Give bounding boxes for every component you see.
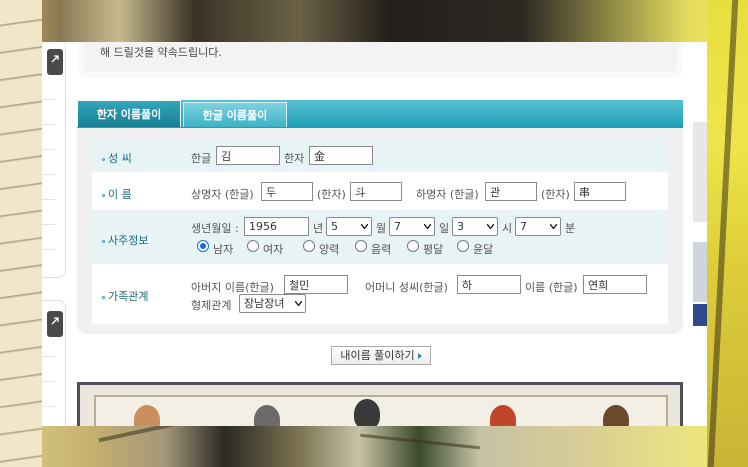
sidebar-divider [42, 406, 56, 407]
month-leap-radio[interactable] [457, 240, 469, 252]
web-page: 해 드릴것을 약속드립니다. 한자 이름풀이 한글 이름풀이 성 씨 한글 한자… [42, 42, 707, 426]
day-unit: 일 [439, 222, 450, 235]
birth-month-select[interactable]: 5 [326, 217, 372, 236]
father-name-input[interactable] [284, 275, 348, 294]
month-normal-label: 평달 [423, 243, 444, 256]
month-unit: 월 [376, 222, 387, 235]
right-banner[interactable] [693, 122, 707, 222]
father-name-label: 아버지 이름(한글) [191, 281, 274, 294]
form-panel: 성 씨 한글 한자 이 름 상명자 (한글) (한자) 하명자 (한글) (한자… [77, 128, 683, 334]
submit-name-analysis-button[interactable]: 내이름 풀이하기 [331, 346, 431, 365]
surname-label: 성 씨 [102, 150, 132, 166]
family-label: 가족관계 [102, 288, 148, 304]
birth-date-label: 생년월일 : [191, 222, 239, 235]
upper-name-hanja-input[interactable] [350, 182, 402, 201]
play-arrow-icon [417, 353, 422, 359]
lower-name-hanja-label: (한자) [541, 188, 570, 201]
left-sidebar [42, 42, 66, 426]
character-figure [354, 399, 380, 426]
sidebar-divider [42, 124, 56, 125]
gender-female-label: 여자 [263, 243, 284, 256]
sidebar-divider [42, 99, 56, 100]
right-banner[interactable] [693, 242, 707, 302]
saju-row: 사주정보 생년월일 : 년 5 월 7 일 3 시 [92, 210, 668, 264]
bullet-icon [102, 193, 105, 197]
character-illustration [77, 382, 683, 426]
sidebar-arrow-button[interactable] [47, 49, 63, 75]
year-unit: 년 [313, 222, 324, 235]
sibling-label: 형제관계 [191, 299, 232, 312]
surname-hangul-label: 한글 [191, 152, 212, 165]
month-normal-radio[interactable] [407, 240, 419, 252]
tab-hangul-name[interactable]: 한글 이름풀이 [183, 102, 287, 127]
lower-name-hangul-input[interactable] [485, 182, 537, 201]
sidebar-panel [42, 300, 66, 426]
hour-unit: 시 [502, 222, 513, 235]
birth-minute-select[interactable]: 7 [515, 217, 561, 236]
sidebar-divider [42, 149, 56, 150]
chevron-down-icon [424, 224, 431, 229]
name-row: 이 름 상명자 (한글) (한자) 하명자 (한글) (한자) [92, 172, 668, 210]
arrow-icon [51, 317, 59, 325]
upper-name-hangul-input[interactable] [261, 182, 313, 201]
calendar-lunar-radio[interactable] [355, 240, 367, 252]
calendar-solar-label: 양력 [319, 243, 340, 256]
minute-unit: 분 [565, 222, 576, 235]
notice-text: 해 드릴것을 약속드립니다. [100, 46, 222, 59]
sibling-select[interactable]: 장남장녀 [239, 294, 306, 313]
right-column [693, 42, 707, 426]
month-leap-label: 윤달 [473, 243, 494, 256]
surname-hangul-input[interactable] [216, 146, 280, 165]
chevron-down-icon [487, 224, 494, 229]
name-label: 이 름 [102, 186, 132, 202]
surname-hanja-input[interactable] [309, 146, 373, 165]
sidebar-divider [42, 356, 56, 357]
calendar-solar-radio[interactable] [303, 240, 315, 252]
birth-year-input[interactable] [244, 217, 309, 236]
background-left [0, 0, 42, 467]
bullet-icon [102, 239, 105, 243]
gender-female-radio[interactable] [247, 240, 259, 252]
right-banner[interactable] [693, 304, 707, 326]
birth-hour-select[interactable]: 3 [452, 217, 498, 236]
tab-hanja-name[interactable]: 한자 이름풀이 [77, 100, 181, 127]
sidebar-divider [42, 199, 56, 200]
upper-name-label: 상명자 (한글) [191, 188, 254, 201]
mother-name-input[interactable] [583, 275, 647, 294]
form-table: 성 씨 한글 한자 이 름 상명자 (한글) (한자) 하명자 (한글) (한자… [92, 138, 668, 324]
gender-male-label: 남자 [213, 243, 234, 256]
saju-label: 사주정보 [102, 232, 148, 248]
sidebar-divider [42, 381, 56, 382]
mother-surname-label: 어머니 성씨(한글) [365, 281, 448, 294]
sidebar-divider [42, 249, 56, 250]
chevron-down-icon [295, 301, 302, 306]
sidebar-divider [42, 174, 56, 175]
sidebar-arrow-button[interactable] [47, 311, 63, 337]
birth-day-select[interactable]: 7 [389, 217, 435, 236]
bullet-icon [102, 157, 105, 161]
bullet-icon [102, 295, 105, 299]
background-bottom [0, 424, 748, 467]
mother-name-label: 이름 (한글) [525, 281, 578, 294]
tab-bar: 한자 이름풀이 한글 이름풀이 [77, 100, 683, 128]
lower-name-label: 하명자 (한글) [416, 188, 479, 201]
lower-name-hanja-input[interactable] [574, 182, 626, 201]
arrow-icon [51, 55, 59, 63]
chevron-down-icon [361, 224, 368, 229]
mother-surname-input[interactable] [457, 275, 521, 294]
gender-male-radio[interactable] [197, 240, 209, 252]
chevron-down-icon [550, 224, 557, 229]
surname-row: 성 씨 한글 한자 [92, 138, 668, 172]
family-row: 가족관계 아버지 이름(한글) 어머니 성씨(한글) 이름 (한글) 형제관계 … [92, 264, 668, 324]
sidebar-divider [42, 224, 56, 225]
background-top [0, 0, 748, 42]
illustration-frame [94, 395, 668, 426]
surname-hanja-label: 한자 [284, 152, 305, 165]
sidebar-panel [42, 42, 66, 278]
calendar-lunar-label: 음력 [371, 243, 392, 256]
upper-name-hanja-label: (한자) [317, 188, 346, 201]
